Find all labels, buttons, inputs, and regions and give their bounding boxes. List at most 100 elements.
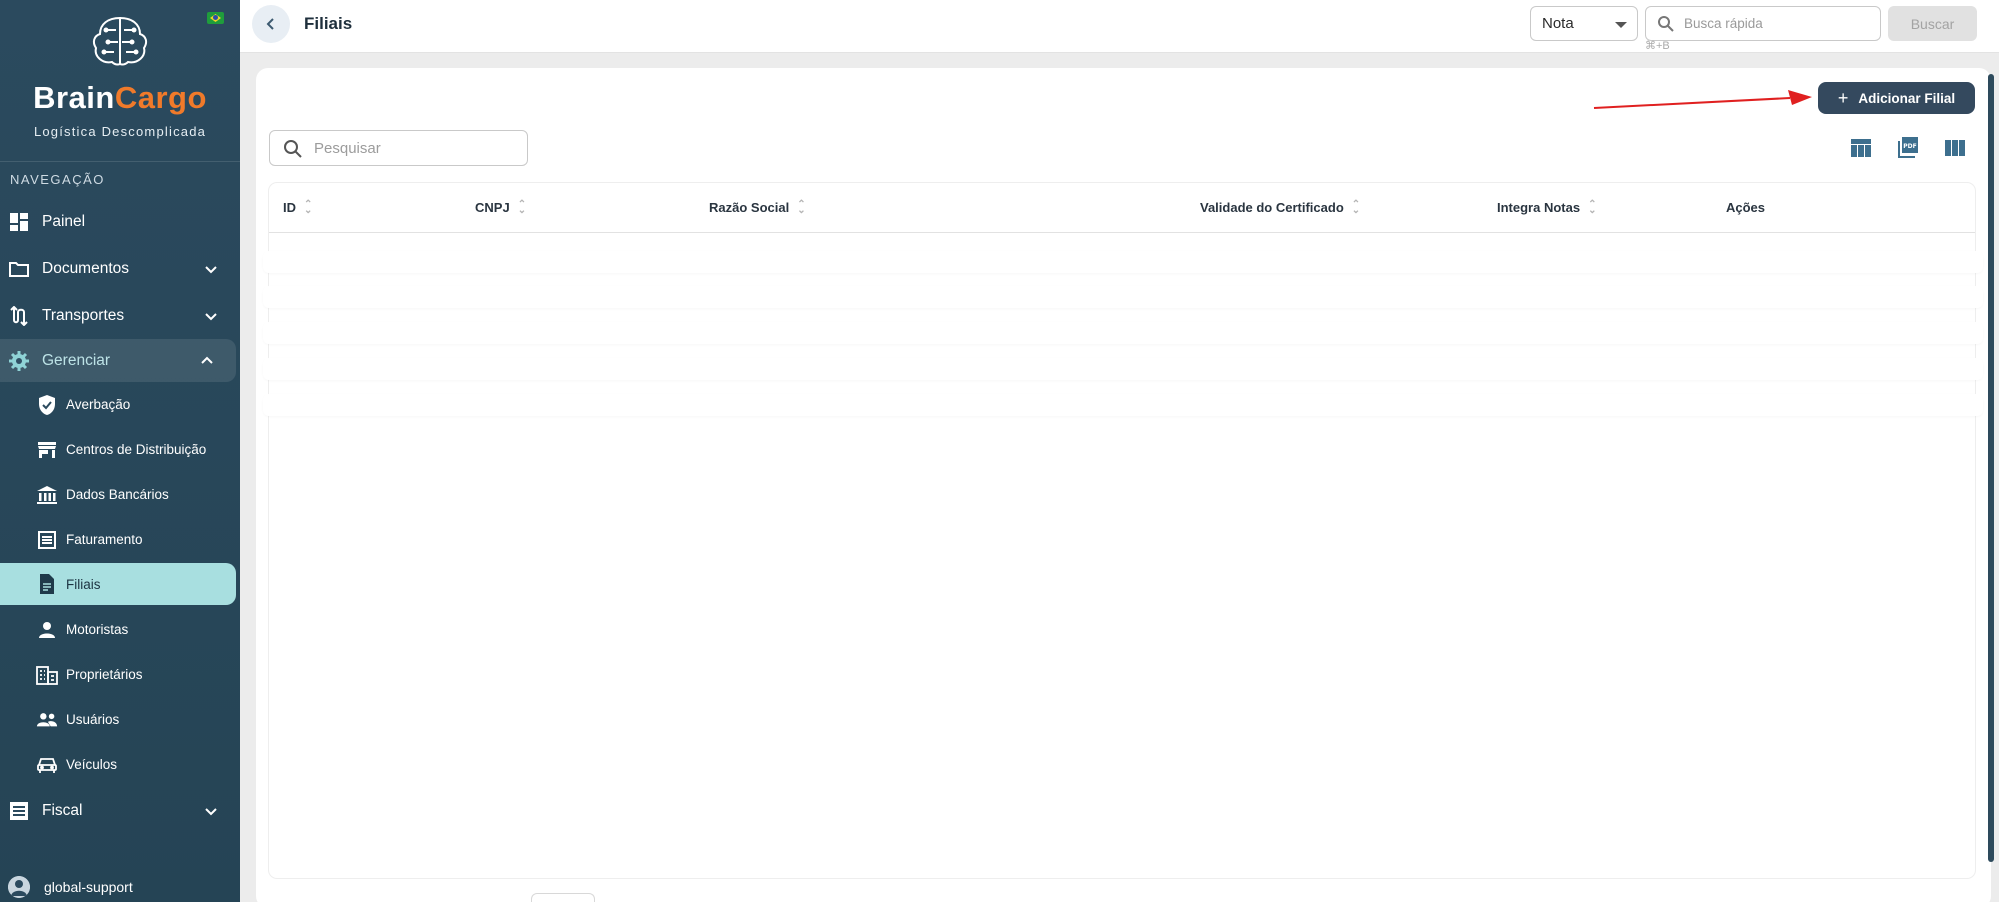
table-search-field[interactable] <box>269 130 528 166</box>
chevron-down-icon <box>205 312 217 320</box>
column-header-label: Razão Social <box>709 200 790 215</box>
nav-section-label: NAVEGAÇÃO <box>10 172 105 187</box>
sidebar-subitem-label: Dados Bancários <box>66 487 169 502</box>
search-type-select[interactable]: Nota <box>1530 6 1638 41</box>
sidebar-item-label: Painel <box>42 212 86 230</box>
column-header-integra-notas[interactable]: Integra Notas ⌃ ⌄ <box>1497 198 1597 216</box>
user-name: global-support <box>44 879 133 895</box>
file-icon <box>36 573 58 595</box>
annotation-arrow <box>1593 90 1812 109</box>
search-type-value: Nota <box>1542 15 1574 32</box>
search-icon <box>284 140 302 158</box>
table-search-input[interactable] <box>314 139 514 157</box>
sidebar-subitem-label: Averbação <box>66 397 131 412</box>
sidebar-subitem-motoristas[interactable]: Motoristas <box>0 607 240 652</box>
topbar: Filiais Nota ⌘+B Buscar <box>240 0 1999 53</box>
sidebar-subitem-label: Faturamento <box>66 532 143 547</box>
sidebar-item-label: Transportes <box>42 306 125 324</box>
car-icon <box>36 754 58 776</box>
document-list-icon <box>8 800 30 822</box>
chevron-left-icon <box>266 18 274 30</box>
scrollbar[interactable] <box>1988 74 1994 862</box>
search-icon <box>1658 16 1674 32</box>
column-header-label: CNPJ <box>475 200 510 215</box>
loading-row-placeholder <box>263 394 1983 416</box>
sidebar-subitem-label: Usuários <box>66 712 120 727</box>
sidebar-item-fiscal[interactable]: Fiscal <box>0 787 240 834</box>
column-header-id[interactable]: ID ⌃ ⌄ <box>283 198 313 216</box>
loading-row-placeholder <box>263 286 1983 308</box>
brain-logo-icon <box>92 16 148 66</box>
column-header-cnpj[interactable]: CNPJ ⌃ ⌄ <box>475 198 527 216</box>
column-header-acoes: Ações <box>1726 200 1765 215</box>
sidebar-item-gerenciar[interactable]: Gerenciar <box>0 339 236 382</box>
sort-icon: ⌃ ⌄ <box>797 198 806 216</box>
pagination-select[interactable] <box>531 893 595 902</box>
sidebar-item-label: Documentos <box>42 259 130 277</box>
user-profile[interactable]: global-support <box>0 872 240 902</box>
svg-text:PDF: PDF <box>1903 143 1916 150</box>
chevron-down-icon <box>205 807 217 815</box>
sidebar-subitem-label: Filiais <box>66 576 101 592</box>
sidebar-subitem-faturamento[interactable]: Faturamento <box>0 517 240 562</box>
search-button[interactable]: Buscar <box>1888 6 1977 41</box>
brazil-flag-icon[interactable] <box>207 12 224 24</box>
column-header-razao-social[interactable]: Razão Social ⌃ ⌄ <box>709 198 806 216</box>
chevron-up-icon <box>201 356 213 364</box>
folder-icon <box>8 258 30 280</box>
avatar <box>8 876 30 898</box>
caret-down-icon <box>1615 22 1627 28</box>
loading-row-placeholder <box>263 358 1983 380</box>
sidebar-subitem-centros[interactable]: Centros de Distribuição <box>0 427 240 472</box>
column-header-label: ID <box>283 200 296 215</box>
column-header-label: Integra Notas <box>1497 200 1581 215</box>
sidebar-subitem-proprietarios[interactable]: Proprietários <box>0 652 240 697</box>
brand-name-part2: Cargo <box>114 80 207 115</box>
gear-icon <box>8 350 30 372</box>
quick-search-field[interactable] <box>1645 6 1881 41</box>
column-header-validade-certificado[interactable]: Validade do Certificado ⌃ ⌄ <box>1200 198 1361 216</box>
sidebar-item-label: Gerenciar <box>42 351 111 369</box>
columns-icon[interactable] <box>1944 137 1968 161</box>
back-button[interactable] <box>252 5 290 43</box>
table-view-icon[interactable] <box>1850 137 1874 161</box>
plus-icon: + <box>1837 88 1849 108</box>
shortcut-hint: ⌘+B <box>1645 40 1670 52</box>
sidebar-subitem-label: Proprietários <box>66 667 143 682</box>
sidebar-subitem-label: Veículos <box>66 757 118 772</box>
sidebar-subitem-dados-bancarios[interactable]: Dados Bancários <box>0 472 240 517</box>
column-header-label: Ações <box>1726 200 1766 215</box>
route-icon <box>8 305 30 327</box>
sidebar-item-label: Fiscal <box>42 801 83 819</box>
add-filial-button[interactable]: + Adicionar Filial <box>1818 82 1975 114</box>
store-icon <box>36 439 58 461</box>
filiais-table: ID ⌃ ⌄ CNPJ ⌃ ⌄ Razão Social ⌃ ⌄ Validade d… <box>263 183 1983 878</box>
sidebar-item-transportes[interactable]: Transportes <box>0 292 240 339</box>
list-icon <box>36 529 58 551</box>
sidebar-subitem-averbacao[interactable]: Averbação <box>0 382 240 427</box>
chevron-down-icon <box>205 265 217 273</box>
loading-row-placeholder <box>263 251 1983 273</box>
quick-search-input[interactable] <box>1684 16 1864 31</box>
sort-icon: ⌃ ⌄ <box>1588 198 1597 216</box>
dashboard-icon <box>8 211 30 233</box>
add-filial-label: Adicionar Filial <box>1858 90 1956 106</box>
building-icon <box>36 664 58 686</box>
sidebar-subitem-veiculos[interactable]: Veículos <box>0 742 240 787</box>
sort-icon: ⌃ ⌄ <box>1351 198 1361 216</box>
brand-name-part1: Brain <box>33 80 115 115</box>
group-icon <box>36 709 58 731</box>
bank-icon <box>36 484 58 506</box>
sidebar-subitem-usuarios[interactable]: Usuários <box>0 697 240 742</box>
shield-check-icon <box>36 394 58 416</box>
person-icon <box>36 619 58 641</box>
loading-row-placeholder <box>263 322 1983 344</box>
sidebar-subitem-label: Centros de Distribuição <box>66 442 207 457</box>
pdf-export-icon[interactable]: PDF <box>1897 136 1921 160</box>
sort-icon: ⌃ ⌄ <box>304 198 313 216</box>
sidebar-item-documentos[interactable]: Documentos <box>0 245 240 292</box>
brand-tagline: Logística Descomplicada <box>33 124 207 139</box>
sort-icon: ⌃ ⌄ <box>517 198 527 216</box>
sidebar-item-painel[interactable]: Painel <box>0 198 240 245</box>
sidebar-subitem-filiais[interactable]: Filiais <box>0 563 236 605</box>
